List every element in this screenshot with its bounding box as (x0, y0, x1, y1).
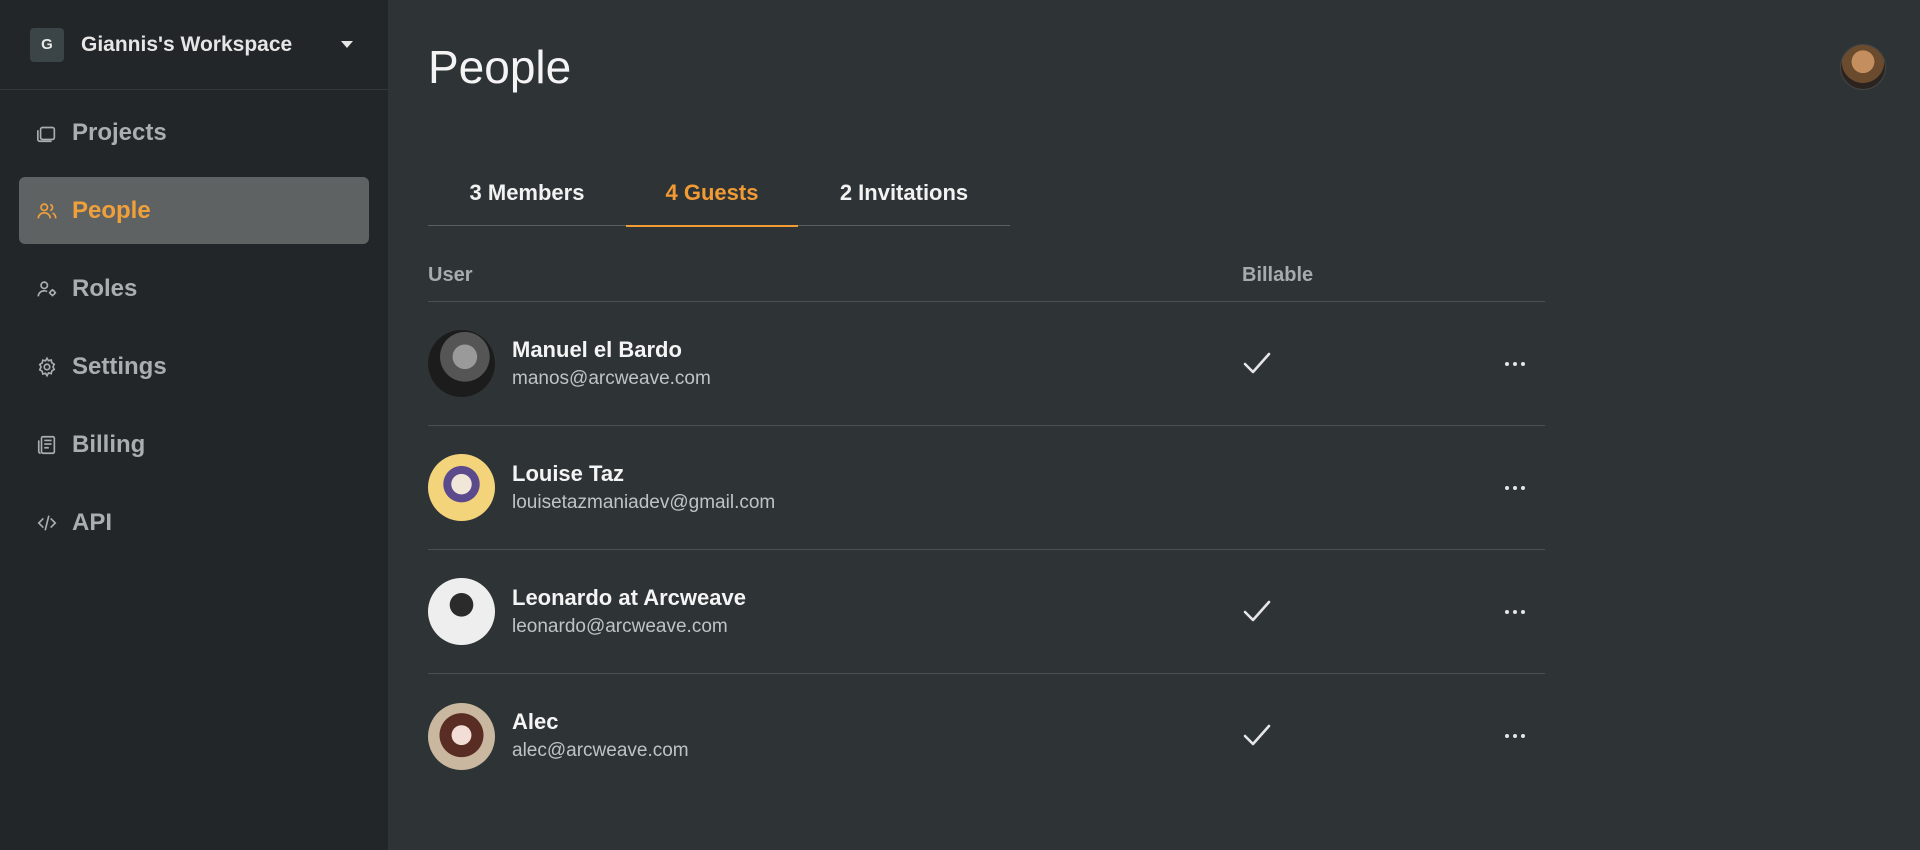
sidebar-nav: Projects People Roles Settings Billing A… (0, 90, 388, 556)
column-header-billable: Billable (1242, 264, 1314, 286)
sidebar-item-api[interactable]: API (19, 489, 369, 556)
check-icon (1243, 600, 1271, 622)
sidebar-item-settings[interactable]: Settings (19, 333, 369, 400)
main-content: People 3 Members 4 Guests 2 Invitations … (388, 0, 1920, 850)
user-name: Manuel el Bardo (512, 336, 682, 362)
user-avatar[interactable] (1840, 44, 1886, 90)
sidebar-item-label: People (72, 196, 151, 224)
workspace-badge: G (30, 27, 64, 62)
code-icon (36, 512, 58, 534)
check-icon (1243, 352, 1271, 374)
sidebar-item-roles[interactable]: Roles (19, 255, 369, 322)
sidebar-item-label: Billing (72, 430, 146, 458)
table-row: Louise Taz louisetazmaniadev@gmail.com (428, 426, 1545, 550)
sidebar-item-projects[interactable]: Projects (19, 99, 369, 166)
table-row: Leonardo at Arcweave leonardo@arcweave.c… (428, 550, 1545, 674)
user-name: Leonardo at Arcweave (512, 584, 746, 610)
user-email: manos@arcweave.com (512, 367, 711, 389)
tab-members[interactable]: 3 Members (428, 160, 626, 226)
user-email: alec@arcweave.com (512, 740, 689, 761)
folders-icon (36, 122, 58, 144)
table-row: Manuel el Bardo manos@arcweave.com (428, 302, 1545, 426)
guests-table: User Billable Manuel el Bardo manos@arcw… (428, 250, 1545, 798)
sidebar-item-label: Settings (72, 352, 167, 380)
check-icon (1243, 724, 1271, 746)
user-name: Alec (512, 709, 559, 734)
tab-guests[interactable]: 4 Guests (626, 160, 798, 227)
sidebar-item-label: Projects (72, 118, 167, 146)
workspace-name: Giannis's Workspace (81, 32, 293, 56)
user-info: Manuel el Bardo manos@arcweave.com (512, 335, 711, 393)
table-header: User Billable (428, 250, 1545, 302)
sidebar-item-label: API (72, 508, 113, 536)
avatar (428, 454, 495, 521)
table-row: Alec alec@arcweave.com (428, 674, 1545, 798)
more-options-button[interactable] (1495, 476, 1535, 500)
tab-invitations[interactable]: 2 Invitations (798, 160, 1010, 226)
user-info: Alec alec@arcweave.com (512, 707, 689, 765)
user-roles-icon (36, 278, 58, 300)
user-info: Leonardo at Arcweave leonardo@arcweave.c… (512, 583, 746, 641)
avatar (428, 702, 495, 770)
user-email: leonardo@arcweave.com (512, 615, 728, 637)
caret-down-icon[interactable] (341, 41, 353, 48)
people-tabs: 3 Members 4 Guests 2 Invitations (428, 160, 1010, 227)
more-options-button[interactable] (1495, 600, 1535, 624)
page-title: People (428, 41, 572, 93)
avatar (428, 330, 495, 397)
user-email: louisetazmaniadev@gmail.com (512, 491, 776, 513)
sidebar-item-billing[interactable]: Billing (19, 411, 369, 478)
user-name: Louise Taz (512, 460, 625, 486)
people-icon (36, 200, 58, 222)
gear-icon (36, 356, 58, 378)
more-options-button[interactable] (1495, 352, 1535, 376)
sidebar-item-people[interactable]: People (19, 177, 369, 244)
more-options-button[interactable] (1495, 724, 1535, 748)
sidebar: G Giannis's Workspace Projects People Ro… (0, 0, 388, 850)
receipt-icon (36, 434, 58, 456)
column-header-user: User (428, 264, 473, 286)
sidebar-item-label: Roles (72, 274, 138, 302)
user-info: Louise Taz louisetazmaniadev@gmail.com (512, 459, 775, 517)
avatar (428, 578, 495, 645)
workspace-switcher[interactable]: G Giannis's Workspace (0, 0, 388, 90)
